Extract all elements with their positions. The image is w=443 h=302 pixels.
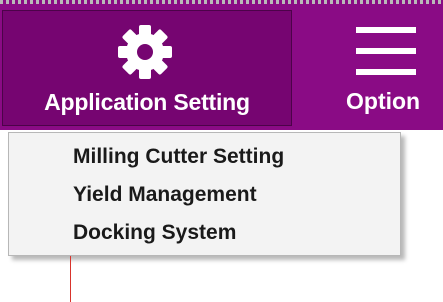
gear-icon (118, 25, 172, 79)
application-setting-button[interactable]: Application Setting (2, 10, 292, 126)
application-setting-dropdown: Milling Cutter Setting Yield Management … (8, 132, 401, 256)
hamburger-menu-icon (356, 27, 416, 75)
dotted-top-edge (0, 0, 443, 4)
option-label: Option (346, 88, 421, 114)
menu-item-docking-system[interactable]: Docking System (73, 221, 236, 245)
menu-item-milling-cutter-setting[interactable]: Milling Cutter Setting (73, 145, 284, 169)
red-guide-line (70, 256, 71, 302)
ribbon-toolbar: Application Setting Option (0, 0, 443, 130)
option-button[interactable]: Option (296, 10, 443, 126)
application-setting-label: Application Setting (44, 89, 250, 115)
menu-item-yield-management[interactable]: Yield Management (73, 183, 257, 207)
